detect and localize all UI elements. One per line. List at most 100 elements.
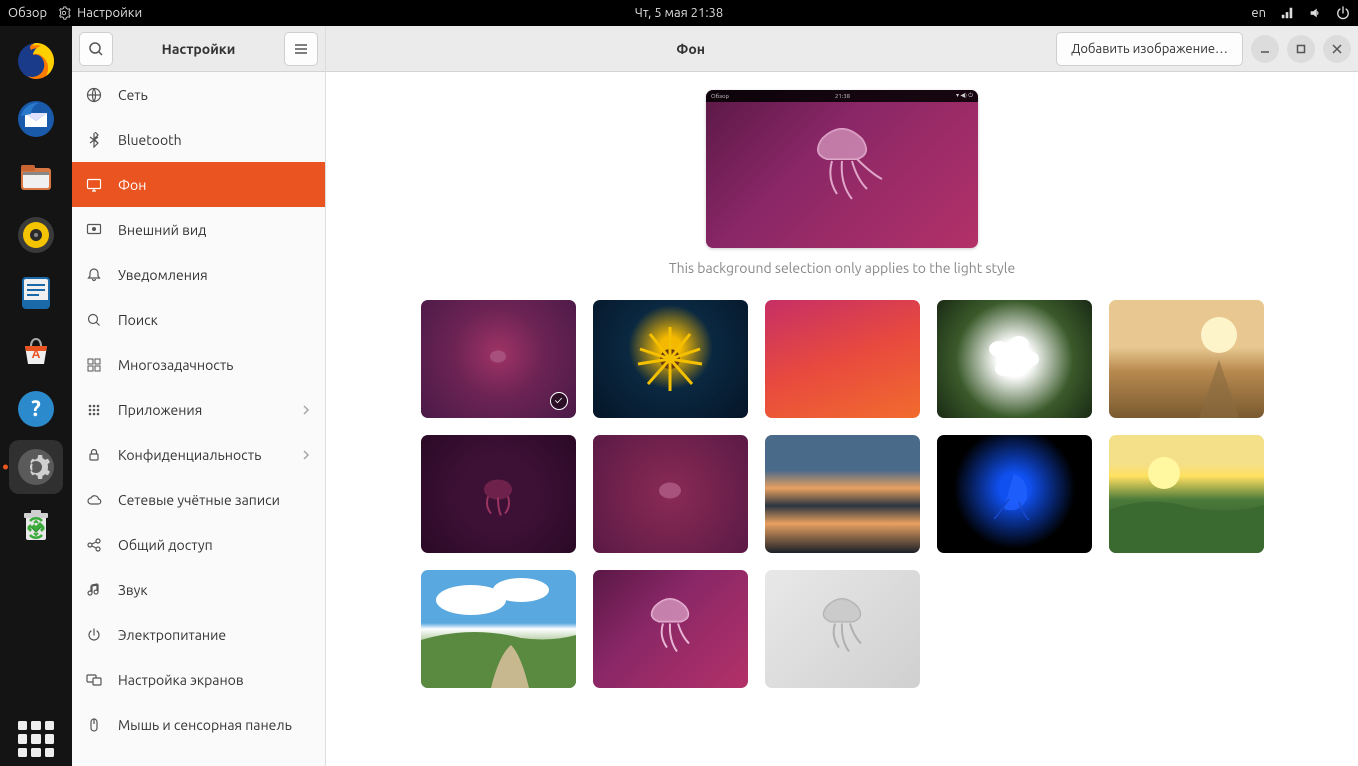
sidebar-item-bluetooth[interactable]: Bluetooth (72, 117, 325, 162)
grid-icon (86, 357, 102, 373)
sidebar-item-power[interactable]: Электропитание (72, 612, 325, 657)
background-preview: Обзор 21:38 ▾ ◀) ⏻ (706, 90, 978, 248)
panel-app-menu[interactable]: Настройки (57, 6, 142, 20)
search-button[interactable] (79, 32, 113, 66)
dock-writer[interactable] (9, 266, 63, 320)
svg-text:?: ? (31, 396, 41, 421)
sidebar-header: Настройки (72, 26, 325, 72)
wallpaper-thumb[interactable] (765, 300, 920, 418)
preview-bar-center: 21:38 (835, 93, 850, 100)
globe-icon (86, 87, 102, 103)
sidebar-item-lock[interactable]: Конфиденциальность (72, 432, 325, 477)
wallpaper-thumb[interactable] (937, 435, 1092, 553)
sidebar-item-label: Общий доступ (118, 537, 213, 553)
main-header: Фон Добавить изображение… (326, 26, 1358, 72)
sidebar-item-label: Конфиденциальность (118, 447, 261, 463)
settings-window: Настройки Сеть Bluetooth Фон Внешний вид Уве… (72, 26, 1358, 766)
panel-lang[interactable]: en (1251, 6, 1266, 20)
wallpaper-thumb[interactable] (593, 300, 748, 418)
sidebar-item-monitor[interactable]: Фон (72, 162, 325, 207)
screens-icon (86, 672, 102, 688)
background-content: Обзор 21:38 ▾ ◀) ⏻ This background selec… (326, 72, 1358, 766)
dock-help[interactable]: ? (9, 382, 63, 436)
background-hint: This background selection only applies t… (346, 260, 1338, 276)
dock-thunderbird[interactable] (9, 92, 63, 146)
sidebar-title: Настройки (121, 41, 276, 57)
sidebar-item-search[interactable]: Поиск (72, 297, 325, 342)
sidebar-item-screens[interactable]: Настройка экранов (72, 657, 325, 702)
wallpaper-thumb[interactable] (593, 570, 748, 688)
hamburger-button[interactable] (284, 32, 318, 66)
chevron-right-icon (301, 402, 311, 418)
settings-main: Фон Добавить изображение… Обзор 21:38 ▾ … (326, 26, 1358, 766)
wallpaper-thumb[interactable] (765, 435, 920, 553)
sidebar-item-music[interactable]: Звук (72, 567, 325, 612)
wallpaper-thumb[interactable] (765, 570, 920, 688)
sidebar-item-display[interactable]: Внешний вид (72, 207, 325, 252)
activities-button[interactable]: Обзор (8, 6, 47, 20)
sidebar-item-label: Настройка экранов (118, 672, 244, 688)
chevron-right-icon (301, 447, 311, 463)
sidebar-item-cloud[interactable]: Сетевые учётные записи (72, 477, 325, 522)
wallpaper-thumb[interactable] (593, 435, 748, 553)
sidebar-item-apps[interactable]: Приложения (72, 387, 325, 432)
close-button[interactable] (1323, 35, 1351, 63)
sidebar-item-label: Фон (118, 177, 146, 193)
dock-rhythmbox[interactable] (9, 208, 63, 262)
sidebar-item-label: Электропитание (118, 627, 226, 643)
dock: A ? (0, 26, 72, 766)
dock-trash[interactable] (9, 498, 63, 552)
minimize-button[interactable] (1251, 35, 1279, 63)
sidebar-item-label: Многозадачность (118, 357, 233, 373)
network-icon[interactable] (1280, 6, 1294, 20)
svg-text:A: A (32, 348, 41, 361)
jellyfish-icon (782, 119, 902, 219)
panel-datetime[interactable]: Чт, 5 мая 21:38 (635, 6, 723, 20)
sidebar-item-mouse[interactable]: Мышь и сенсорная панель (72, 702, 325, 747)
preview-bar-left: Обзор (711, 93, 729, 100)
wallpaper-thumb[interactable] (1109, 300, 1264, 418)
share-icon (86, 537, 102, 553)
cloud-icon (86, 492, 102, 508)
dock-software[interactable]: A (9, 324, 63, 378)
power-icon[interactable] (1336, 6, 1350, 20)
sidebar-item-label: Приложения (118, 402, 202, 418)
settings-sidebar: Настройки Сеть Bluetooth Фон Внешний вид Уве… (72, 26, 326, 766)
sidebar-item-label: Поиск (118, 312, 158, 328)
maximize-button[interactable] (1287, 35, 1315, 63)
sidebar-item-label: Сетевые учётные записи (118, 492, 280, 508)
mouse-icon (86, 717, 102, 733)
dock-firefox[interactable] (9, 34, 63, 88)
wallpaper-grid (346, 300, 1338, 688)
monitor-icon (86, 177, 102, 193)
music-icon (86, 582, 102, 598)
page-title: Фон (333, 41, 1048, 57)
sidebar-item-bell[interactable]: Уведомления (72, 252, 325, 297)
sidebar-item-grid[interactable]: Многозадачность (72, 342, 325, 387)
sidebar-item-label: Сеть (118, 87, 148, 103)
settings-icon (57, 6, 71, 20)
wallpaper-thumb[interactable] (937, 300, 1092, 418)
wallpaper-thumb[interactable] (1109, 435, 1264, 553)
add-image-button[interactable]: Добавить изображение… (1056, 32, 1243, 66)
power-icon (86, 627, 102, 643)
sidebar-item-label: Bluetooth (118, 132, 182, 148)
bluetooth-icon (86, 132, 102, 148)
sidebar-item-label: Звук (118, 582, 148, 598)
sidebar-item-share[interactable]: Общий доступ (72, 522, 325, 567)
dock-show-apps[interactable] (9, 712, 63, 766)
dock-files[interactable] (9, 150, 63, 204)
dock-settings[interactable] (9, 440, 63, 494)
sidebar-item-globe[interactable]: Сеть (72, 72, 325, 117)
volume-icon[interactable] (1308, 6, 1322, 20)
sidebar-item-label: Внешний вид (118, 222, 206, 238)
wallpaper-thumb[interactable] (421, 570, 576, 688)
bell-icon (86, 267, 102, 283)
preview-bar-icons: ▾ ◀) ⏻ (956, 92, 973, 100)
wallpaper-thumb[interactable] (421, 435, 576, 553)
sidebar-item-label: Мышь и сенсорная панель (118, 717, 292, 733)
panel-app-name: Настройки (77, 6, 142, 20)
settings-nav: Сеть Bluetooth Фон Внешний вид Уведомления По… (72, 72, 325, 747)
wallpaper-thumb[interactable] (421, 300, 576, 418)
apps-icon (86, 402, 102, 418)
